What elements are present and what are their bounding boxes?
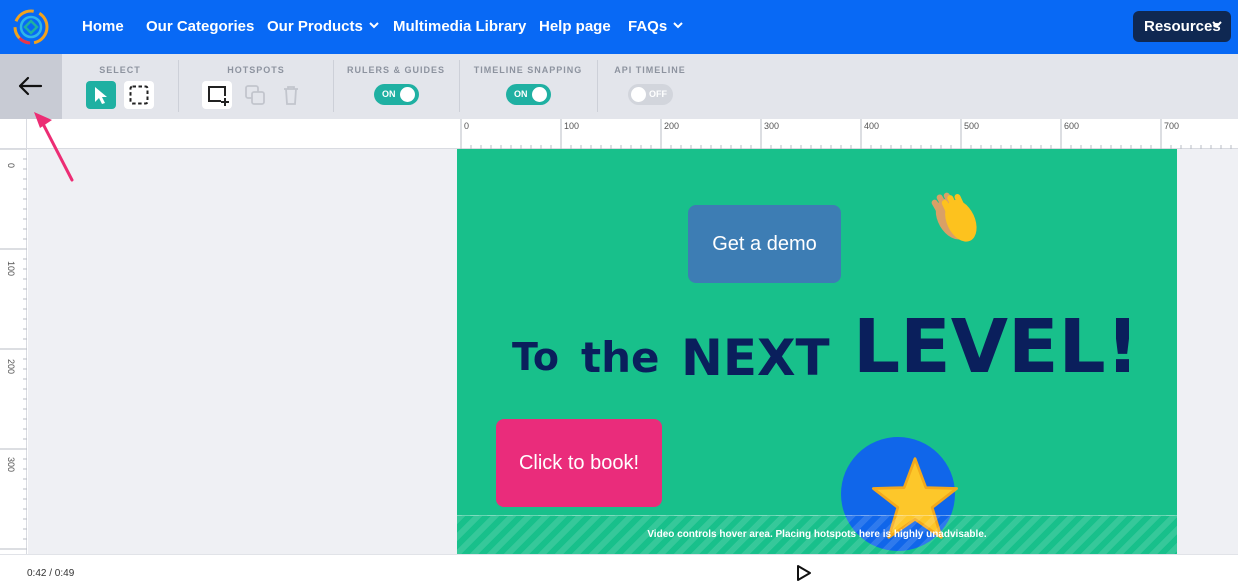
play-icon[interactable] — [795, 564, 813, 582]
timecode: 0:42 / 0:49 — [27, 568, 75, 579]
vertical-ruler[interactable]: 0 100 200 300 — [0, 149, 27, 554]
add-hotspot-icon — [208, 86, 229, 106]
headline-word-the: the — [581, 333, 660, 382]
ruler-label: 700 — [1164, 121, 1179, 131]
api-timeline-toggle[interactable]: OFF — [628, 84, 673, 105]
nav-our-products-label: Our Products — [267, 18, 363, 35]
ruler-label: 100 — [564, 121, 579, 131]
dashed-selection-icon — [129, 85, 149, 105]
select-group-label: SELECT — [99, 65, 141, 75]
horizontal-ruler-ticks: 0 100 200 300 400 500 600 700 — [460, 119, 1232, 149]
resources-button[interactable]: Resources — [1133, 11, 1231, 42]
rulers-guides-group: RULERS & GUIDES ON — [343, 54, 449, 119]
chevron-down-icon — [369, 21, 379, 28]
nav-help-page[interactable]: Help page — [539, 0, 611, 54]
nav-multimedia-library-label: Multimedia Library — [393, 18, 527, 35]
nav-our-categories[interactable]: Our Categories — [146, 0, 254, 54]
toggle-knob — [631, 87, 646, 102]
get-a-demo-hotspot[interactable]: Get a demo — [688, 205, 841, 283]
marquee-select-button[interactable] — [124, 81, 154, 109]
chevron-down-icon — [1212, 21, 1222, 28]
add-hotspot-button[interactable] — [202, 81, 232, 109]
nav-home[interactable]: Home — [82, 0, 124, 54]
editor-toolbar: SELECT HOTSPOTS RULERS & GUIDES ON TIMEL… — [0, 54, 1238, 119]
headline-word-next: NEXT — [681, 329, 830, 387]
nav-our-products[interactable]: Our Products — [267, 0, 379, 54]
select-group: SELECT — [78, 54, 162, 119]
timeline-bar: 0:42 / 0:49 — [0, 554, 1238, 584]
nav-faqs-label: FAQs — [628, 18, 668, 35]
nav-multimedia-library[interactable]: Multimedia Library — [393, 0, 526, 54]
toggle-state-text: ON — [514, 89, 528, 99]
toolbar-divider — [333, 60, 334, 112]
pointer-tool-button[interactable] — [86, 81, 116, 109]
headline-word-level: LEVEL! — [853, 304, 1140, 390]
timeline-snapping-group: TIMELINE SNAPPING ON — [469, 54, 587, 119]
slide-headline: To the NEXT LEVEL! — [509, 299, 1149, 399]
ruler-label: 200 — [664, 121, 679, 131]
brand-logo-icon[interactable] — [12, 8, 50, 46]
nav-our-categories-label: Our Categories — [146, 18, 255, 35]
ruler-label: 0 — [6, 163, 16, 168]
resources-label: Resources — [1144, 18, 1221, 35]
hotspots-group: HOTSPOTS — [196, 54, 316, 119]
toggle-knob — [400, 87, 415, 102]
headline-word-to: To — [512, 335, 559, 379]
ruler-label: 300 — [6, 457, 16, 472]
nav-faqs[interactable]: FAQs — [628, 0, 683, 54]
trash-icon — [284, 86, 298, 105]
click-to-book-hotspot[interactable]: Click to book! — [496, 419, 662, 507]
rulers-guides-toggle[interactable]: ON — [374, 84, 419, 105]
timeline-snapping-toggle[interactable]: ON — [506, 84, 551, 105]
api-timeline-label: API TIMELINE — [614, 65, 686, 75]
get-a-demo-label: Get a demo — [712, 233, 817, 255]
ruler-label: 500 — [964, 121, 979, 131]
top-navigation-bar: Home Our Categories Our Products Multime… — [0, 0, 1238, 54]
horizontal-ruler[interactable]: 0 100 200 300 400 500 600 700 — [27, 119, 1238, 149]
annotation-arrow-icon — [34, 112, 74, 182]
toggle-knob — [532, 87, 547, 102]
ruler-label: 100 — [6, 261, 16, 276]
hotspots-group-label: HOTSPOTS — [227, 65, 285, 75]
duplicate-hotspot-button[interactable] — [240, 81, 270, 109]
arrow-left-icon — [18, 76, 43, 96]
clapping-hands-icon — [931, 192, 977, 242]
toolbar-divider — [178, 60, 179, 112]
ruler-corner — [0, 119, 27, 149]
duplicate-icon — [245, 85, 265, 105]
toolbar-divider — [459, 60, 460, 112]
toolbar-divider — [597, 60, 598, 112]
chevron-down-icon — [673, 21, 683, 28]
api-timeline-group: API TIMELINE OFF — [607, 54, 693, 119]
nav-help-page-label: Help page — [539, 18, 611, 35]
timeline-snapping-label: TIMELINE SNAPPING — [473, 65, 583, 75]
ruler-label: 200 — [6, 359, 16, 374]
vertical-ruler-ticks: 0 100 200 300 — [0, 149, 27, 550]
ruler-label: 0 — [464, 121, 469, 131]
toggle-state-text: ON — [382, 89, 396, 99]
ruler-label: 600 — [1064, 121, 1079, 131]
ruler-label: 400 — [864, 121, 879, 131]
video-slide-canvas[interactable]: Get a demo To the NEXT LEVEL! Click to b… — [457, 149, 1177, 554]
hover-area-warning: Video controls hover area. Placing hotsp… — [647, 529, 987, 540]
ruler-label: 300 — [764, 121, 779, 131]
toggle-state-text: OFF — [649, 89, 667, 99]
nav-home-label: Home — [82, 18, 124, 35]
cursor-arrow-icon — [95, 87, 107, 104]
video-controls-hover-area: Video controls hover area. Placing hotsp… — [457, 515, 1177, 554]
delete-hotspot-button[interactable] — [276, 81, 306, 109]
click-to-book-label: Click to book! — [518, 452, 640, 474]
rulers-guides-label: RULERS & GUIDES — [346, 65, 445, 75]
